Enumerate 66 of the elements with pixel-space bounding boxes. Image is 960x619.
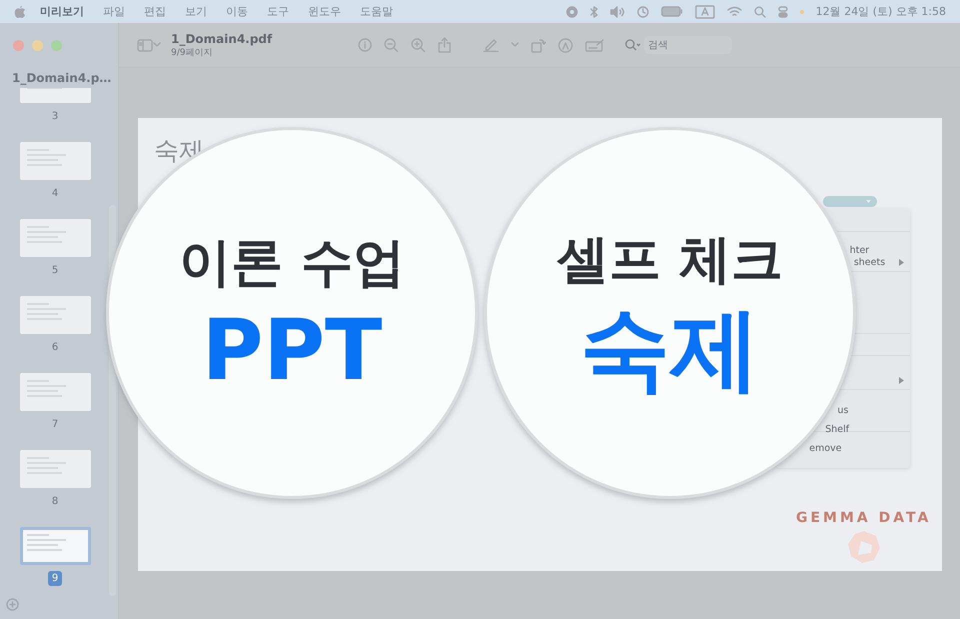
page-number: 8 [50, 495, 60, 509]
field-pill[interactable] [823, 196, 877, 207]
menu-item[interactable]: 도구 [267, 4, 289, 19]
chevron-down-icon[interactable] [153, 42, 161, 48]
chevron-down-icon[interactable] [511, 42, 520, 48]
volume-icon[interactable] [610, 6, 625, 18]
callout-highlight: 숙제 [580, 305, 760, 395]
page-number: 7 [50, 418, 60, 432]
share-icon[interactable] [438, 37, 452, 53]
bluetooth-icon[interactable] [590, 6, 598, 18]
logo-text: GEMMA DATA [796, 510, 932, 526]
battery-icon[interactable] [660, 6, 683, 17]
page-number: 5 [50, 264, 60, 278]
clock-icon[interactable] [636, 6, 649, 18]
zoom-button[interactable] [51, 40, 62, 50]
document-title: 1_Domain4.pdf [171, 32, 272, 46]
page-thumbnail[interactable] [20, 373, 90, 411]
callout-heading: 셀프 체크 [556, 229, 784, 292]
menu-item[interactable]: 편집 [144, 4, 166, 19]
page-number: 6 [50, 341, 60, 355]
record-icon[interactable] [566, 6, 578, 18]
pen-icon[interactable] [483, 38, 500, 52]
menu-item[interactable]: Shelf [825, 424, 850, 434]
search-icon[interactable] [754, 6, 766, 18]
logo-icon [846, 530, 881, 564]
search-field[interactable]: 검색 [644, 36, 732, 54]
menu-item[interactable]: us [838, 404, 849, 416]
search-icon [625, 39, 642, 51]
sidebar-icon[interactable] [137, 38, 153, 52]
zoom-out-icon[interactable] [384, 38, 400, 52]
page-thumbnail[interactable] [20, 450, 90, 488]
page-number: 3 [50, 110, 60, 124]
app-menu[interactable]: 미리보기 [40, 4, 84, 19]
minimize-button[interactable] [32, 40, 43, 50]
callout-heading: 이론 수업 [178, 232, 406, 295]
page-thumbnail[interactable] [20, 219, 90, 257]
sidebar-title: 1_Domain4.p… [11, 70, 112, 87]
menu-bar-clock[interactable]: 12월 24일 (토) 오후 1:58 [816, 4, 946, 19]
rotate-icon[interactable] [531, 38, 546, 52]
menu-item[interactable]: 보기 [185, 4, 207, 19]
page-thumbnail[interactable] [20, 142, 90, 180]
page-thumbnail[interactable] [20, 527, 90, 565]
zoom-in-icon[interactable] [411, 38, 426, 52]
page-number: 9 [48, 571, 62, 586]
menu-item[interactable]: 파일 [103, 4, 125, 19]
page-number: 4 [50, 187, 60, 201]
close-button[interactable] [13, 40, 24, 50]
callout-highlight: PPT [202, 308, 382, 392]
menu-item[interactable]: sheets [854, 256, 886, 268]
info-icon[interactable] [358, 38, 372, 52]
toggle-switches-icon[interactable] [778, 6, 788, 18]
menu-item[interactable]: 이동 [226, 4, 248, 19]
apple-logo-icon[interactable] [14, 4, 26, 18]
page-count: 9/9페이지 [171, 46, 214, 58]
menu-item[interactable]: hter [850, 244, 870, 256]
caret-icon [866, 200, 871, 203]
menu-item[interactable]: emove [809, 442, 842, 454]
add-icon[interactable] [6, 598, 19, 611]
wifi-icon[interactable] [726, 6, 742, 17]
menu-item[interactable]: 윈도우 [308, 4, 341, 19]
signature-icon[interactable] [585, 38, 606, 52]
page-thumbnail[interactable] [20, 296, 90, 334]
indicator-dot [800, 10, 804, 14]
menu-item[interactable]: 도움말 [360, 4, 393, 19]
markup-icon[interactable] [558, 38, 574, 52]
keyboard-input-icon[interactable] [694, 4, 715, 18]
